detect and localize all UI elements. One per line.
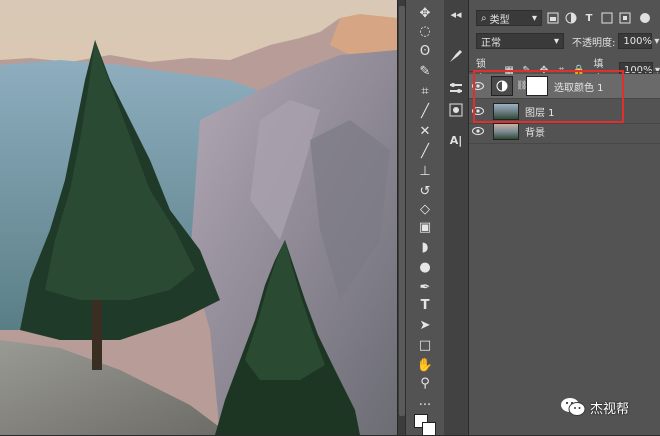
tools-panel: ✥ ◌ ʘ ✎ ⌗ ╱ ✕ ╱ ⊥ ↺ ◇ ▣ ◗ ● ✒ T ➤ □ ✋ ⚲ … (405, 0, 445, 436)
document-canvas[interactable] (0, 0, 397, 435)
layers-panel: ⌕ 类型 ▾ T 正常 ▾ 不透明度: 100% ▾ 锁定: ▦ ✎ ✥ ⌗ 🔒… (469, 0, 660, 435)
rectangle-icon[interactable]: □ (413, 336, 437, 354)
move-tool-icon[interactable]: ✥ (413, 4, 437, 22)
opacity-field[interactable]: 100% (618, 33, 653, 49)
more-tools-icon[interactable]: ··· (413, 396, 437, 414)
lasso-icon[interactable]: ʘ (413, 42, 437, 60)
watermark: 杰视帮 (560, 396, 629, 418)
filter-toggle-icon[interactable] (638, 11, 652, 25)
chevron-down-icon: ▾ (531, 12, 537, 24)
color-swatches[interactable] (414, 414, 436, 436)
filter-pixel-icon[interactable] (546, 11, 560, 25)
filter-adjustment-icon[interactable] (564, 11, 578, 25)
background-color[interactable] (422, 422, 436, 436)
opacity-value: 100% (623, 35, 652, 47)
wechat-icon (561, 398, 586, 416)
chevron-down-icon: ▾ (553, 35, 559, 47)
visibility-eye-icon[interactable] (469, 127, 487, 135)
gradient-icon[interactable]: ▣ (413, 218, 437, 236)
hand-icon[interactable]: ✋ (413, 356, 437, 374)
history-brush-icon[interactable]: ↺ (413, 182, 437, 200)
elliptical-marquee-icon[interactable]: ◌ (413, 22, 437, 40)
clone-stamp-icon[interactable]: ⊥ (413, 162, 437, 180)
opacity-label: 不透明度: (572, 37, 616, 49)
highlight-annotation (473, 70, 624, 123)
layer-filter-dropdown[interactable]: ⌕ 类型 ▾ (476, 10, 542, 26)
paragraph-panel-icon[interactable]: A| (448, 132, 464, 148)
landscape-photo (0, 0, 397, 435)
adjustments-icon[interactable] (448, 80, 464, 96)
blend-mode-value: 正常 (481, 37, 501, 49)
blur-icon[interactable]: ◗ (413, 238, 437, 256)
eraser-icon[interactable]: ◇ (413, 200, 437, 218)
chevron-down-icon[interactable]: ▾ (654, 36, 659, 47)
dodge-icon[interactable]: ● (413, 258, 437, 276)
crop-icon[interactable]: ⌗ (413, 82, 437, 100)
layer-thumbnail[interactable] (493, 122, 519, 140)
type-tool-icon[interactable]: T (413, 296, 437, 314)
healing-brush-icon[interactable]: ✕ (413, 122, 437, 140)
watermark-text: 杰视帮 (590, 401, 630, 417)
layer-name[interactable]: 背景 (525, 124, 545, 139)
path-select-icon[interactable]: ➤ (413, 316, 437, 334)
properties-icon[interactable] (448, 102, 464, 118)
filter-shape-icon[interactable] (600, 11, 614, 25)
filter-type-icon[interactable]: T (582, 11, 596, 25)
collapsed-panels-strip: ◂◂ A| (444, 0, 469, 435)
pen-icon[interactable]: ✒ (413, 278, 437, 296)
zoom-icon[interactable]: ⚲ (413, 374, 437, 392)
search-icon: ⌕ (481, 12, 487, 24)
eyedropper-icon[interactable]: ╱ (413, 102, 437, 120)
panel-arrow-icon[interactable]: ◂◂ (448, 6, 464, 22)
brush-settings-icon[interactable] (448, 48, 464, 64)
blend-mode-dropdown[interactable]: 正常 ▾ (476, 33, 564, 49)
brush-icon[interactable]: ╱ (413, 142, 437, 160)
quick-select-icon[interactable]: ✎ (413, 62, 437, 80)
filter-smart-object-icon[interactable] (618, 11, 632, 25)
filter-kind-value: 类型 (489, 14, 510, 26)
